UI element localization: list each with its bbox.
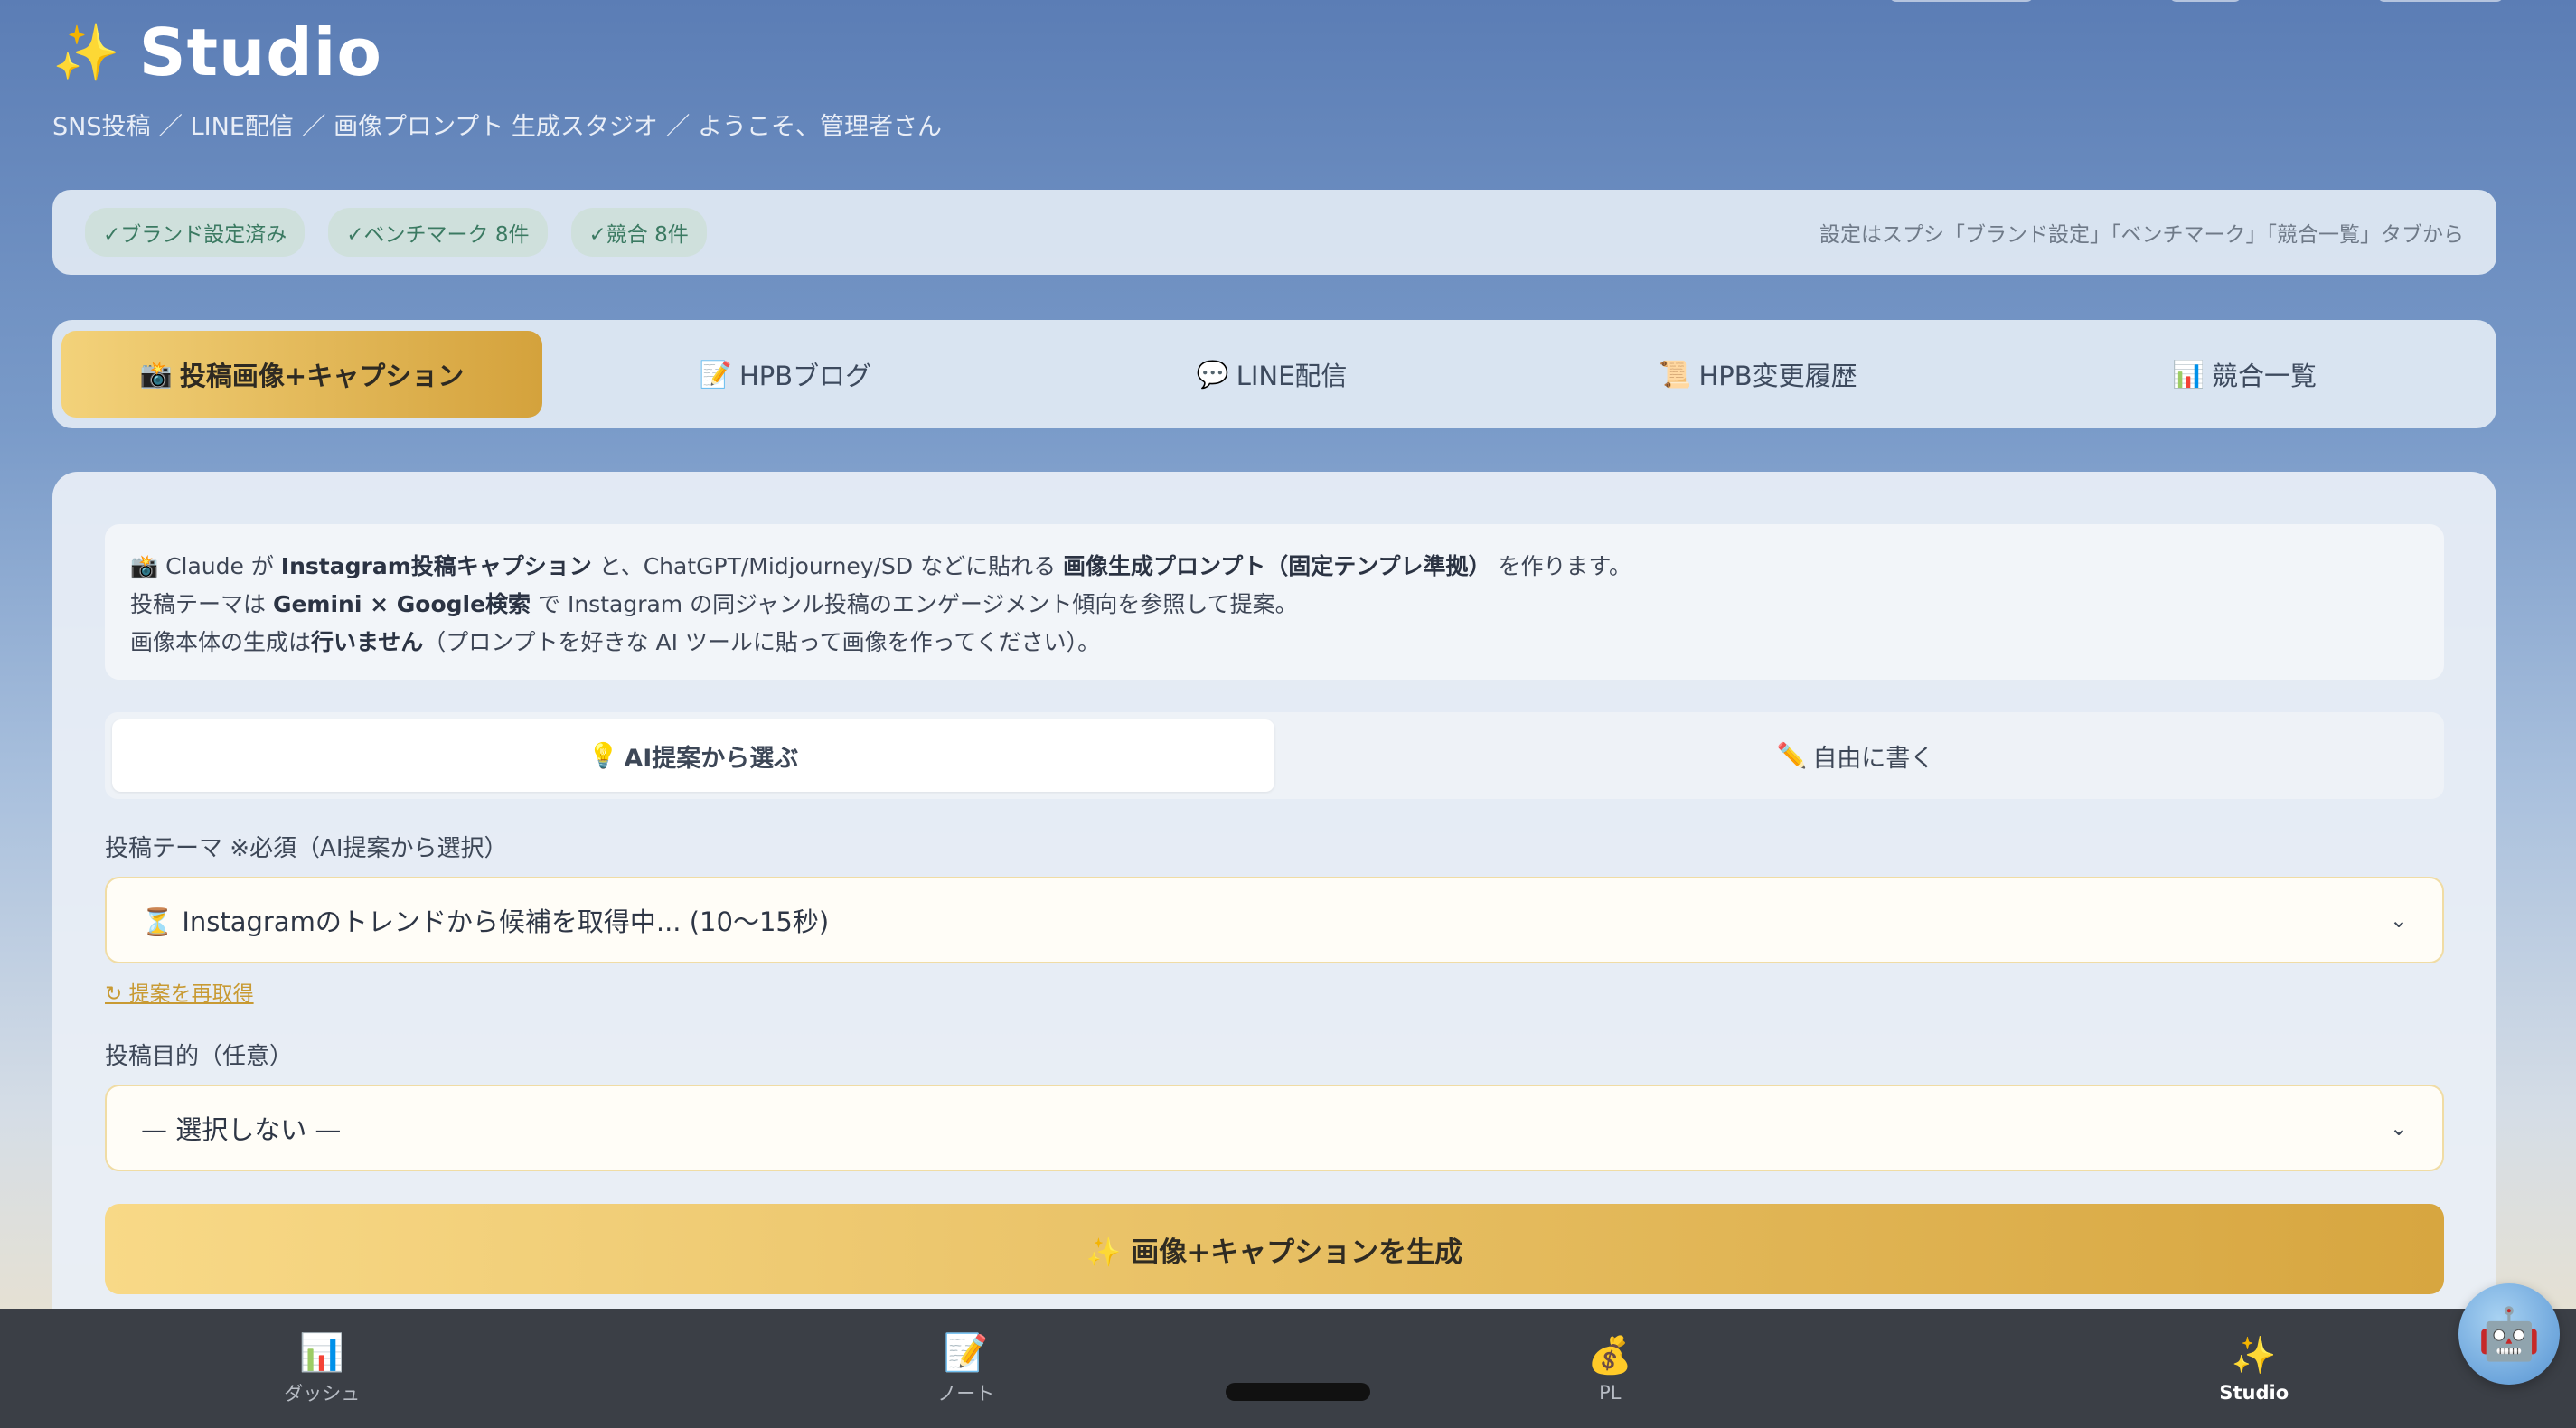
- pencil-icon: ✏️: [1776, 742, 1808, 770]
- theme-label: 投稿テーマ ※必須（AI提案から選択）: [105, 835, 508, 862]
- status-bar: ✓ブランド設定済み ✓ベンチマーク 8件 ✓競合 8件 設定はスプシ「ブランド設…: [52, 190, 2496, 275]
- tab-label: HPB変更履歴: [1698, 361, 1857, 391]
- status-note: 設定はスプシ「ブランド設定」「ベンチマーク」「競合一覧」タブから: [1819, 223, 2464, 247]
- mode-free-write-button[interactable]: ✏️ 自由に書く: [1274, 719, 2437, 792]
- page-title: ✨ Studio: [52, 14, 942, 90]
- page-header: ✨ Studio SNS投稿 ／ LINE配信 ／ 画像プロンプト 生成スタジオ…: [52, 14, 942, 142]
- content-panel: 📸 Claude が Instagram投稿キャプション と、ChatGPT/M…: [52, 472, 2496, 1376]
- info-line-1: 📸 Claude が Instagram投稿キャプション と、ChatGPT/M…: [130, 553, 1631, 579]
- main-tabs: 📸 投稿画像+キャプション 📝 HPBブログ 💬 LINE配信 📜 HPB変更履…: [52, 320, 2496, 428]
- page-title-text: Studio: [138, 14, 382, 90]
- bar-chart-icon: 📊: [299, 1331, 345, 1374]
- bottom-nav: 📊 ダッシュ 📝 ノート 💰 PL ✨ Studio: [0, 1309, 2576, 1428]
- purpose-select[interactable]: — 選択しない — ⌄: [105, 1085, 2444, 1171]
- sparkles-icon: ✨: [2231, 1334, 2277, 1376]
- tab-competitors[interactable]: 📊 競合一覧: [2001, 331, 2487, 418]
- chevron-down-icon: ⌄: [2389, 1115, 2408, 1141]
- status-badge-benchmark: ✓ベンチマーク 8件: [328, 208, 548, 257]
- speech-bubble-icon: 💬: [1196, 358, 1229, 390]
- status-badge-brand: ✓ブランド設定済み: [85, 208, 306, 257]
- info-line-3: 画像本体の生成は行いません（プロンプトを好きな AI ツールに貼って画像を作って…: [130, 629, 1101, 655]
- tab-hpb-history[interactable]: 📜 HPB変更履歴: [1515, 331, 2001, 418]
- tab-line-broadcast[interactable]: 💬 LINE配信: [1029, 331, 1515, 418]
- tab-label: 投稿画像+キャプション: [179, 361, 465, 391]
- assistant-robot-button[interactable]: 🤖: [2458, 1283, 2560, 1385]
- chevron-down-icon: ⌄: [2389, 907, 2408, 933]
- info-box: 📸 Claude が Instagram投稿キャプション と、ChatGPT/M…: [105, 524, 2444, 680]
- mode-toggle: 💡 AI提案から選ぶ ✏️ 自由に書く: [105, 712, 2444, 799]
- tab-post-image-caption[interactable]: 📸 投稿画像+キャプション: [61, 331, 542, 418]
- robot-icon: 🤖: [2477, 1305, 2541, 1364]
- sparkles-icon: ✨: [52, 21, 121, 85]
- top-edge-pills: [1889, 0, 2504, 2]
- tab-hpb-blog[interactable]: 📝 HPBブログ: [542, 331, 1029, 418]
- refetch-suggestions-link[interactable]: ↻ 提案を再取得: [105, 976, 254, 1007]
- status-badge-competitor: ✓競合 8件: [570, 208, 707, 257]
- camera-icon: 📸: [139, 358, 173, 390]
- nav-pl[interactable]: 💰 PL: [1288, 1309, 1932, 1428]
- bar-chart-icon: 📊: [2171, 358, 2205, 390]
- mode-ai-suggest-button[interactable]: 💡 AI提案から選ぶ: [112, 719, 1274, 792]
- tab-label: 競合一覧: [2212, 361, 2317, 391]
- memo-icon: 📝: [699, 358, 732, 390]
- tab-label: HPBブログ: [738, 361, 872, 391]
- generate-button[interactable]: ✨ 画像+キャプションを生成: [105, 1204, 2444, 1294]
- nav-dashboard[interactable]: 📊 ダッシュ: [0, 1309, 644, 1428]
- info-line-2: 投稿テーマは Gemini × Google検索 で Instagram の同ジ…: [130, 591, 1298, 617]
- memo-icon: 📝: [943, 1331, 989, 1374]
- money-bag-icon: 💰: [1587, 1334, 1633, 1376]
- tab-label: LINE配信: [1236, 361, 1348, 391]
- purpose-label: 投稿目的（任意）: [105, 1043, 294, 1070]
- scroll-icon: 📜: [1659, 358, 1692, 390]
- page-subtitle: SNS投稿 ／ LINE配信 ／ 画像プロンプト 生成スタジオ ／ ようこそ、管…: [52, 113, 943, 141]
- nav-notes[interactable]: 📝 ノート: [644, 1309, 1289, 1428]
- home-indicator: [1226, 1383, 1370, 1401]
- lightbulb-icon: 💡: [588, 742, 619, 770]
- theme-select[interactable]: ⏳ Instagramのトレンドから候補を取得中... (10〜15秒) ⌄: [105, 877, 2444, 963]
